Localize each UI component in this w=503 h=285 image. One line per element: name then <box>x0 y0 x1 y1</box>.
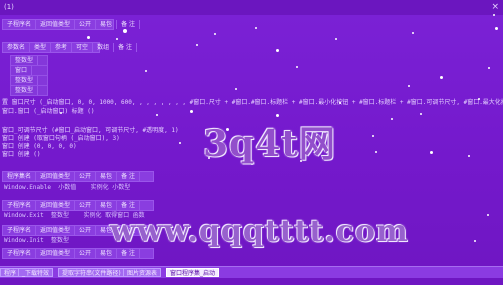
sub-header-table-1: 子程序名 返回值类型 公开 易包备 注 <box>2 19 140 30</box>
col-param-name: 参数名 <box>3 43 31 52</box>
table-row[interactable]: Window.Enable 小数值 实例化 小数型 <box>4 183 130 192</box>
snowflake <box>276 114 279 117</box>
snowflake <box>375 151 377 153</box>
col-param-nullable: 可空 <box>72 43 94 52</box>
snowflake <box>145 70 147 72</box>
col-param-array: 数组 <box>93 43 115 52</box>
snowflake <box>296 66 298 68</box>
code-line[interactable]: 窗口.窗口 (_启动窗口) 标题 () <box>2 108 95 116</box>
snowflake <box>478 98 480 100</box>
snowflake <box>196 44 198 46</box>
snowflake <box>391 118 393 120</box>
code-line[interactable]: 窗口 创建 (0, 0, 0, 0) <box>2 143 77 151</box>
snowflake <box>214 33 216 35</box>
table-row[interactable]: Window.Init 整数型 <box>4 236 69 245</box>
snowflake <box>190 110 193 113</box>
title-bar: (1) × <box>0 0 503 15</box>
tab-window-startup[interactable]: 窗口程序集_启动 <box>166 268 220 277</box>
snowflake <box>276 49 279 52</box>
col-easy: 易包 <box>96 20 118 29</box>
snowflake <box>235 88 237 90</box>
col-param-note: 备 注 <box>114 43 137 52</box>
code-line[interactable]: 窗口 创建 () <box>2 151 40 159</box>
snowflake <box>372 135 374 137</box>
tab-image-resources[interactable]: 图片资源表 <box>123 268 162 277</box>
snowflake <box>156 114 158 116</box>
snowflake <box>255 27 257 29</box>
col-param-ref: 参考 <box>51 43 73 52</box>
snowflake <box>468 155 470 157</box>
snowflake <box>116 38 118 40</box>
snowflake <box>408 85 410 87</box>
tab-download-effect[interactable]: _下载特效 <box>18 268 54 277</box>
code-line[interactable]: 窗口 创建 (取窗口句柄 (_启动窗口), 3) <box>2 135 120 143</box>
tab-program[interactable]: 程序 <box>0 268 21 277</box>
col-note: 备 注 <box>117 20 140 29</box>
col-param-type: 类型 <box>30 43 52 52</box>
window-title: (1) <box>4 3 14 11</box>
snowflake <box>488 67 490 69</box>
snowflake <box>87 36 90 39</box>
editor-window: (1) × 子程序名 返回值类型 公开 易包备 注 参数名 类型 参考 可空 数组备 注 整数… <box>0 0 503 285</box>
param-header: 参数名 类型 参考 可空 数组备 注 <box>2 42 137 53</box>
snowflake <box>123 29 127 33</box>
tab-bar: 程序 _下载特效 提取字符串(文件路径) 图片资源表 窗口程序集_启动 <box>0 266 503 278</box>
sub-header-table-4: 子程序名 返回值类型 公开 易包备 注 <box>2 200 154 211</box>
watermark-url: www.qqqtttt.com <box>110 214 409 249</box>
snowflake <box>430 151 433 154</box>
snowflake <box>412 32 414 34</box>
code-line[interactable]: 窗口_可调节尺寸 (#窗口_启动窗口, 可调节尺寸, #透明度, 1) <box>2 127 179 135</box>
close-icon[interactable]: × <box>491 0 499 15</box>
param-row[interactable]: 整数型 <box>10 85 48 96</box>
sub-header-table-3: 程序集名 返回值类型 公开 易包备 注 <box>2 171 154 182</box>
snowflake <box>339 102 341 104</box>
snowflake <box>493 14 495 16</box>
snowflake <box>440 76 443 79</box>
snowflake <box>179 142 181 144</box>
col-sub-name: 子程序名 <box>3 20 37 29</box>
snowflake <box>495 27 498 30</box>
snowflake <box>335 38 337 40</box>
snowflake <box>60 112 62 114</box>
tab-string-extract[interactable]: 提取字符串(文件路径) <box>58 268 125 277</box>
col-public: 公开 <box>75 20 97 29</box>
watermark-logo: 3q4t网 <box>203 123 336 165</box>
col-return-type: 返回值类型 <box>36 20 76 29</box>
code-line[interactable]: 置 窗口尺寸 (_启动窗口, 0, 0, 1000, 600, , , , , … <box>2 99 503 107</box>
snowflake <box>420 113 422 115</box>
